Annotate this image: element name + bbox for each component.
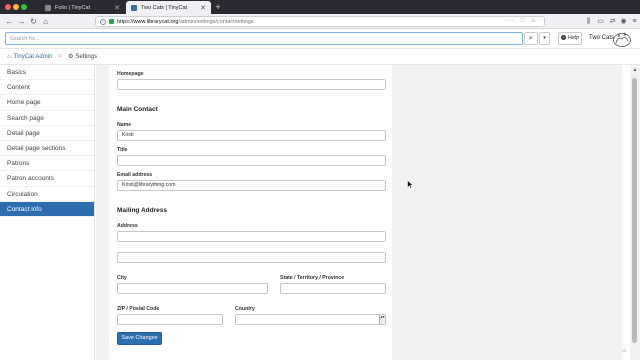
title-label: Title (117, 147, 128, 153)
sidebar-item-patron-accounts[interactable]: Patron accounts (0, 171, 94, 187)
page-actions-icons[interactable]: ··· ♡ ☆ (504, 17, 538, 24)
browser-titlebar: Folio | TinyCat ✕ Two Cats | TinyCat ✕ + (0, 0, 640, 14)
sync-icon[interactable]: ⇄ (608, 17, 617, 26)
sidebar-item-home-page[interactable]: Home page (0, 95, 94, 111)
contact-settings-form: Homepage Main Contact Name Kristi Title … (109, 65, 392, 360)
main-contact-heading: Main Contact (117, 106, 158, 113)
help-button[interactable]: ? Help (558, 32, 582, 45)
tab-title: Folio | TinyCat (55, 4, 91, 11)
reload-icon[interactable]: ↻ (28, 16, 39, 27)
url-path: /admin/settings/contactsettings (178, 18, 254, 25)
tab-favicon-icon (45, 4, 51, 11)
maximize-window-button[interactable] (21, 4, 27, 10)
catalog-search-input[interactable] (5, 32, 523, 45)
sidebar-item-detail-page[interactable]: Detail page (0, 126, 94, 141)
breadcrumb: ⌂ TinyCat Admin > ⚙ Settings (0, 49, 640, 65)
library-name[interactable]: Two Cats (589, 35, 614, 41)
question-icon: ? (560, 35, 566, 41)
name-label: Name (117, 122, 132, 128)
new-tab-button[interactable]: + (213, 1, 223, 13)
chevron-down-icon: ▾ (543, 35, 546, 41)
scroll-up-icon[interactable]: ▲ (632, 67, 638, 73)
sidebar-item-patrons[interactable]: Patrons (0, 156, 94, 172)
mouse-cursor-icon (407, 180, 414, 189)
chevron-up-down-icon: ▴▾ (379, 314, 385, 324)
two-cats-logo-icon (613, 31, 631, 47)
sidebar-item-circulation[interactable]: Circulation (0, 187, 94, 202)
title-field[interactable] (117, 155, 386, 166)
address-line2-field[interactable] (117, 252, 386, 263)
help-label: Help (567, 35, 580, 41)
browser-tab-two-cats[interactable]: Two Cats | TinyCat ✕ (126, 1, 211, 14)
state-label: State / Territory / Province (280, 275, 345, 281)
search-icon: ⌕ (529, 35, 533, 42)
name-field[interactable]: Kristi (117, 130, 386, 141)
city-field[interactable] (117, 283, 268, 294)
sidebar-item-basics[interactable]: Basics (0, 65, 94, 81)
app-header: ⌕ ▾ ?Help Two Cats (0, 29, 640, 49)
browser-tab-folio[interactable]: Folio | TinyCat ✕ (40, 1, 125, 14)
close-window-button[interactable] (5, 4, 11, 10)
breadcrumb-tinycat-admin[interactable]: TinyCat Admin (14, 54, 53, 60)
zip-label: ZIP / Postal Code (117, 306, 160, 312)
scrollbar-thumb[interactable] (632, 78, 637, 343)
mailing-address-heading: Mailing Address (117, 207, 167, 214)
browser-navbar: ← → ↻ ⌂ i https://www.librarycat.org/adm… (0, 14, 640, 29)
save-changes-button[interactable]: Save Changes (117, 332, 162, 345)
state-field[interactable] (280, 283, 386, 294)
gear-icon: ⚙ (67, 54, 74, 60)
forward-arrow-icon[interactable]: → (16, 16, 27, 27)
email-label: Email address (117, 172, 153, 178)
sidebar-item-detail-page-sections[interactable]: Detail page sections (0, 141, 94, 157)
sidebar-item-search-page[interactable]: Search page (0, 111, 94, 126)
tab-close-icon[interactable]: ✕ (114, 4, 120, 12)
tab-close-icon[interactable]: ✕ (200, 4, 206, 12)
country-select[interactable]: ▴▾ (235, 314, 386, 325)
back-arrow-icon[interactable]: ← (4, 16, 15, 27)
minimize-window-button[interactable] (13, 4, 19, 10)
address-label: Address (117, 223, 138, 229)
tab-title: Two Cats | TinyCat (141, 4, 188, 11)
zip-field[interactable] (117, 314, 223, 325)
profile-icon[interactable]: ◉ (619, 17, 628, 26)
search-button[interactable]: ⌕ (524, 32, 538, 45)
address-line1-field[interactable] (117, 231, 386, 242)
home-icon[interactable]: ⌂ (7, 54, 11, 60)
breadcrumb-separator: > (58, 53, 62, 60)
url-host: https://www.librarycat.org (117, 18, 179, 25)
back-to-top-icon[interactable]: ⌂ (620, 347, 628, 355)
sidebar-item-content[interactable]: Content (0, 80, 94, 96)
search-options-dropdown[interactable]: ▾ (539, 32, 550, 45)
city-label: City (117, 275, 127, 281)
hamburger-menu-icon[interactable]: ≡ (630, 17, 639, 26)
homepage-field[interactable] (117, 79, 386, 90)
homepage-label: Homepage (117, 71, 144, 77)
breadcrumb-settings: Settings (75, 53, 98, 60)
settings-sidebar: Basics Content Home page Search page Det… (0, 65, 95, 360)
address-bar[interactable]: i https://www.librarycat.org/admin/setti… (95, 16, 545, 27)
main-content: Homepage Main Contact Name Kristi Title … (96, 65, 622, 360)
email-field[interactable]: Kristi@librarything.com (117, 180, 386, 191)
home-icon[interactable]: ⌂ (40, 16, 51, 27)
sidebar-item-contact-info[interactable]: Contact info (0, 201, 94, 217)
reader-view-icon[interactable]: ▭ (596, 17, 605, 26)
lock-icon (109, 19, 114, 24)
tab-favicon-icon (131, 4, 137, 11)
library-icon[interactable]: ⫼ (584, 17, 593, 26)
country-label: Country (235, 306, 255, 312)
site-info-icon[interactable]: i (100, 18, 106, 25)
